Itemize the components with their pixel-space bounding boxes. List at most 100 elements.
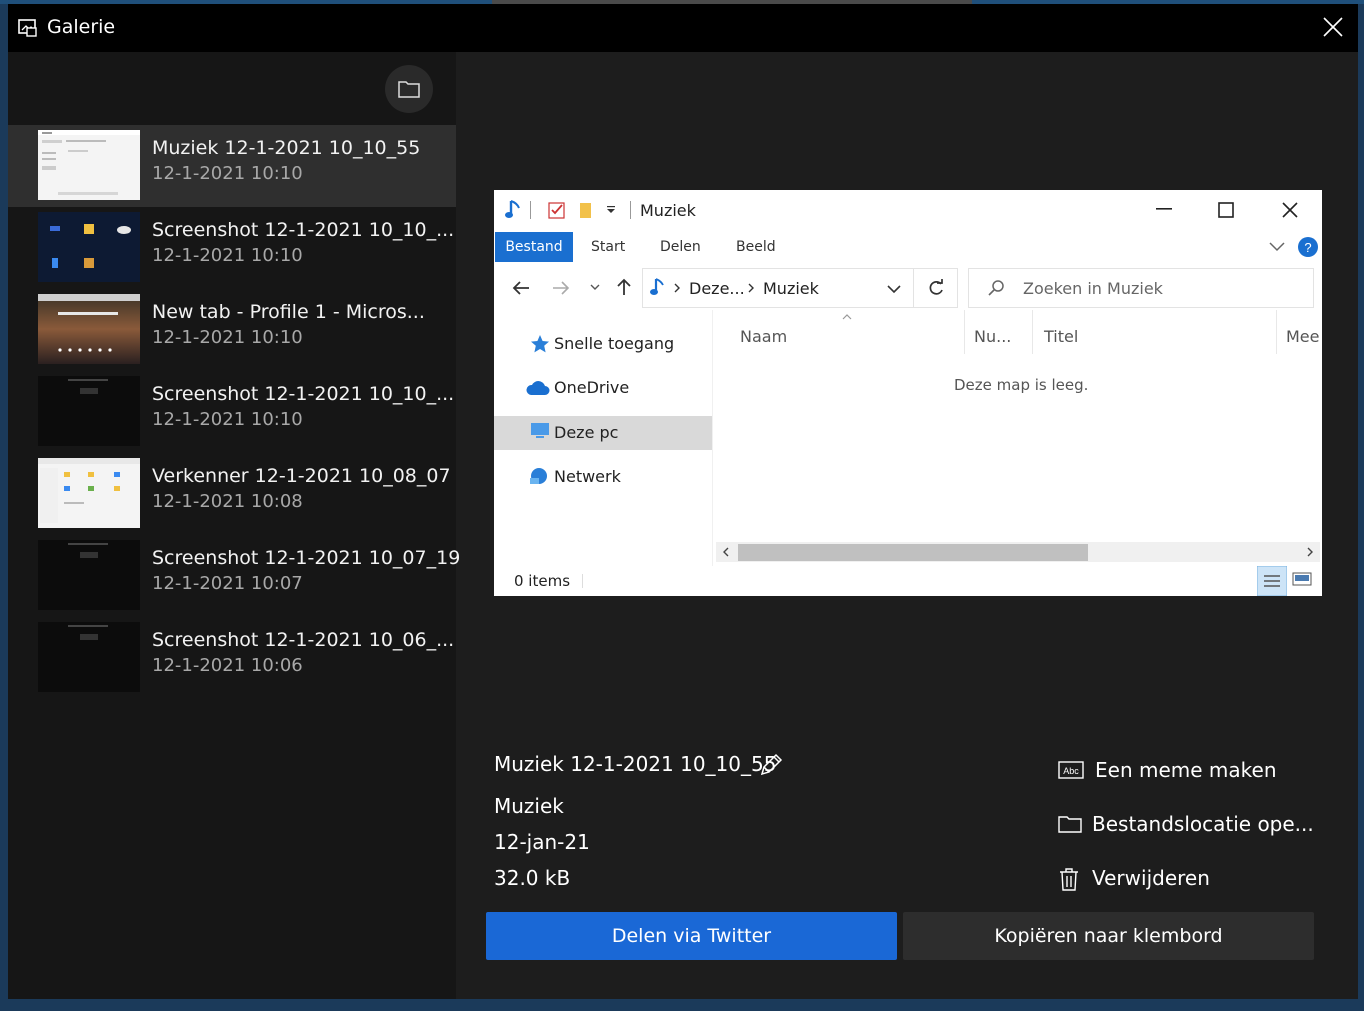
close-icon[interactable] <box>1322 16 1344 38</box>
music-note-icon <box>505 200 520 218</box>
item-name: Muziek 12-1-2021 10_10_55 <box>152 137 421 159</box>
sort-up-icon <box>842 314 852 320</box>
item-name: Verkenner 12-1-2021 10_08_07 <box>152 465 451 487</box>
thumbnail <box>38 130 140 200</box>
item-date: 12-1-2021 10:10 <box>152 245 303 266</box>
folder-icon <box>398 81 420 98</box>
chevron-down-icon <box>590 284 600 290</box>
item-date: 12-1-2021 10:06 <box>152 655 303 676</box>
explorer-ribbon: Bestand Start Delen Beeld ? <box>494 230 1322 262</box>
network-icon <box>530 468 547 484</box>
open-location-label: Bestandslocatie ope... <box>1092 812 1314 836</box>
chevron-left-icon <box>723 547 729 557</box>
tab-delen: Delen <box>660 239 701 255</box>
computer-icon <box>531 423 549 438</box>
gallery-item[interactable]: Verkenner 12-1-2021 10_08_07 12-1-2021 1… <box>8 453 456 535</box>
minimize-icon <box>1156 208 1172 210</box>
up-arrow-icon <box>617 278 631 295</box>
gallery-item[interactable]: New tab - Profile 1 - Micros... 12-1-202… <box>8 289 456 371</box>
cloud-icon <box>526 381 550 395</box>
back-arrow-icon <box>512 281 529 295</box>
chevron-down-icon <box>887 285 901 294</box>
thumbnail <box>38 294 140 364</box>
window-title: Galerie <box>47 16 116 38</box>
forward-arrow-icon <box>553 281 570 295</box>
gallery-window: Galerie Muziek 12-1-2021 10_10_55 12-1-2… <box>8 4 1358 999</box>
nav-onedrive: OneDrive <box>494 372 712 406</box>
thumbnail <box>38 212 140 282</box>
thumbnail <box>38 376 140 446</box>
nav-snelle-toegang: Snelle toegang <box>494 328 712 362</box>
share-twitter-button[interactable]: Delen via Twitter <box>486 912 897 960</box>
nav-netwerk: Netwerk <box>494 460 712 494</box>
copy-clipboard-button[interactable]: Kopiëren naar klembord <box>903 912 1314 960</box>
gallery-list: Muziek 12-1-2021 10_10_55 12-1-2021 10:1… <box>8 125 460 699</box>
item-name: Screenshot 12-1-2021 10_06_... <box>152 629 455 651</box>
explorer-nav-pane: Snelle toegang OneDrive Deze pc Netwerk <box>494 322 712 562</box>
detail-date: 12-jan-21 <box>494 830 590 854</box>
music-note-icon <box>650 278 664 295</box>
svg-text:Abc: Abc <box>1063 766 1079 776</box>
gallery-item[interactable]: Screenshot 12-1-2021 10_07_19 12-1-2021 … <box>8 535 460 617</box>
item-name: Screenshot 12-1-2021 10_10_... <box>152 219 455 241</box>
horizontal-scrollbar <box>716 542 1320 562</box>
open-folder-button[interactable] <box>385 65 433 113</box>
gallery-sidebar: Muziek 12-1-2021 10_10_55 12-1-2021 10:1… <box>8 52 460 999</box>
gallery-item[interactable]: Screenshot 12-1-2021 10_06_... 12-1-2021… <box>8 617 456 699</box>
item-date: 12-1-2021 10:10 <box>152 327 303 348</box>
item-name: New tab - Profile 1 - Micros... <box>152 301 425 323</box>
folder-icon <box>1058 816 1082 833</box>
refresh-icon <box>929 279 943 295</box>
close-icon <box>1282 202 1298 218</box>
breadcrumb-muziek: Muziek <box>763 279 819 298</box>
star-icon <box>531 335 549 353</box>
details-view-icon <box>1257 566 1287 596</box>
column-nummer: Nu... <box>974 327 1012 346</box>
column-meer: Mee <box>1286 327 1320 346</box>
nav-deze-pc: Deze pc <box>494 416 712 450</box>
breadcrumb-deze-pc: Deze... <box>689 279 745 298</box>
explorer-content: Naam Nu... Titel Mee Deze map is leeg. <box>714 310 1322 566</box>
scrollbar-thumb <box>738 544 1088 561</box>
explorer-address-row: Deze... Muziek Zoeken in Muziek <box>494 266 1322 310</box>
item-name: Screenshot 12-1-2021 10_10_... <box>152 383 455 405</box>
title-bar: Galerie <box>8 4 1358 52</box>
thumbnail <box>38 540 140 610</box>
open-location-button[interactable]: Bestandslocatie ope... <box>1058 810 1348 840</box>
tab-beeld: Beeld <box>736 239 776 255</box>
meme-button[interactable]: Abc Een meme maken <box>1058 756 1348 786</box>
detail-filename: Muziek 12-1-2021 10_10_55 <box>494 752 777 776</box>
chevron-right-icon <box>1307 547 1313 557</box>
detail-app: Muziek <box>494 794 564 818</box>
search-placeholder: Zoeken in Muziek <box>1023 279 1163 298</box>
address-bar: Deze... Muziek <box>642 268 958 308</box>
delete-button[interactable]: Verwijderen <box>1058 864 1348 894</box>
explorer-search: Zoeken in Muziek <box>968 268 1314 308</box>
item-date: 12-1-2021 10:07 <box>152 573 303 594</box>
item-name: Screenshot 12-1-2021 10_07_19 <box>152 547 461 569</box>
item-date: 12-1-2021 10:08 <box>152 491 303 512</box>
item-date: 12-1-2021 10:10 <box>152 409 303 430</box>
search-icon <box>988 280 1004 296</box>
gallery-item[interactable]: Screenshot 12-1-2021 10_10_... 12-1-2021… <box>8 371 456 453</box>
tab-bestand: Bestand <box>495 232 573 262</box>
detail-size: 32.0 kB <box>494 866 571 890</box>
item-date: 12-1-2021 10:10 <box>152 163 303 184</box>
new-folder-icon <box>580 203 591 218</box>
empty-folder-text: Deze map is leeg. <box>954 376 1089 394</box>
gallery-item[interactable]: Screenshot 12-1-2021 10_10_... 12-1-2021… <box>8 207 456 289</box>
thumbnail <box>38 458 140 528</box>
chevron-down-icon <box>607 206 615 213</box>
gallery-icon <box>18 19 37 37</box>
status-item-count: 0 items <box>514 572 571 590</box>
chevron-down-icon <box>1269 242 1285 252</box>
meme-icon: Abc <box>1058 761 1084 779</box>
thumbnail <box>38 622 140 692</box>
delete-label: Verwijderen <box>1092 866 1210 890</box>
pencil-icon[interactable] <box>758 752 784 778</box>
maximize-icon <box>1218 202 1234 218</box>
large-icons-view-icon <box>1292 572 1312 586</box>
trash-icon <box>1060 868 1078 891</box>
gallery-item[interactable]: Muziek 12-1-2021 10_10_55 12-1-2021 10:1… <box>8 125 456 207</box>
properties-icon <box>548 202 565 219</box>
